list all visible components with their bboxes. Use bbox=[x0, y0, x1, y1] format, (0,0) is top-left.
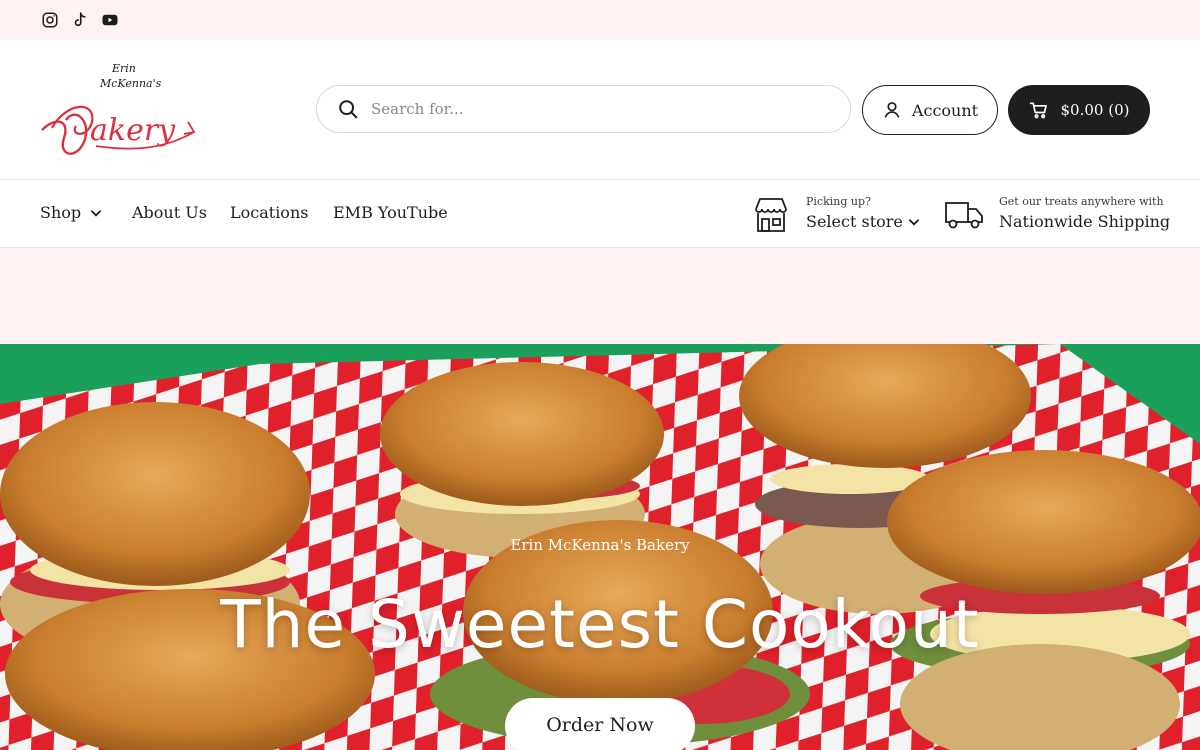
search-input[interactable] bbox=[371, 100, 811, 118]
pickup-prompt: Picking up? bbox=[806, 195, 871, 208]
search-bar[interactable] bbox=[316, 85, 851, 133]
cart-button[interactable]: $0.00 (0) bbox=[1008, 85, 1150, 135]
hero-banner: Erin McKenna's Bakery The Sweetest Cooko… bbox=[0, 344, 1200, 750]
social-bar bbox=[0, 0, 1200, 40]
hero-title: The Sweetest Cookout bbox=[220, 586, 980, 663]
select-store-dropdown[interactable]: Select store bbox=[806, 212, 921, 231]
search-icon[interactable] bbox=[337, 98, 359, 120]
store-selector[interactable]: Picking up? Select store bbox=[752, 195, 922, 235]
bakery-logo[interactable]: Erin McKenna's akery bbox=[36, 56, 201, 166]
storefront-icon bbox=[755, 198, 787, 232]
nav-item-label: Shop bbox=[40, 203, 82, 222]
shipping-prompt: Get our treats anywhere with bbox=[999, 195, 1164, 208]
nav-item-label: About Us bbox=[132, 203, 207, 222]
announcement-spacer bbox=[0, 248, 1200, 344]
nav-item-locations[interactable]: Locations bbox=[230, 203, 308, 222]
cart-total: $0.00 (0) bbox=[1060, 101, 1130, 119]
hero-kicker: Erin McKenna's Bakery bbox=[510, 536, 690, 554]
main-nav: Shop About Us Locations EMB YouTube Pick… bbox=[0, 181, 1200, 248]
tiktok-icon[interactable] bbox=[70, 10, 90, 30]
nav-item-about-us[interactable]: About Us bbox=[132, 203, 207, 222]
chevron-down-icon bbox=[91, 209, 102, 217]
truck-icon bbox=[945, 202, 983, 229]
svg-text:Erin: Erin bbox=[111, 62, 136, 75]
account-label: Account bbox=[911, 100, 979, 120]
cart-icon bbox=[1029, 102, 1047, 119]
site-header: Erin McKenna's akery Account $0.00 (0) bbox=[0, 40, 1200, 180]
svg-text:akery: akery bbox=[90, 113, 176, 148]
instagram-icon[interactable] bbox=[40, 10, 60, 30]
youtube-icon[interactable] bbox=[100, 10, 120, 30]
svg-text:McKenna's: McKenna's bbox=[99, 77, 162, 90]
chevron-down-icon bbox=[908, 218, 919, 226]
select-store-label: Select store bbox=[806, 212, 903, 231]
user-icon bbox=[884, 102, 900, 118]
nav-item-label: Locations bbox=[230, 203, 309, 222]
account-button[interactable]: Account bbox=[862, 85, 998, 135]
order-now-button[interactable]: Order Now bbox=[505, 698, 695, 750]
nav-item-emb-youtube[interactable]: EMB YouTube bbox=[333, 203, 448, 222]
shipping-label: Nationwide Shipping bbox=[999, 212, 1171, 231]
nav-item-shop[interactable]: Shop bbox=[40, 203, 103, 222]
order-now-label: Order Now bbox=[546, 714, 654, 736]
shipping-link[interactable]: Get our treats anywhere with Nationwide … bbox=[944, 195, 1170, 235]
nav-item-label: EMB YouTube bbox=[333, 203, 448, 222]
